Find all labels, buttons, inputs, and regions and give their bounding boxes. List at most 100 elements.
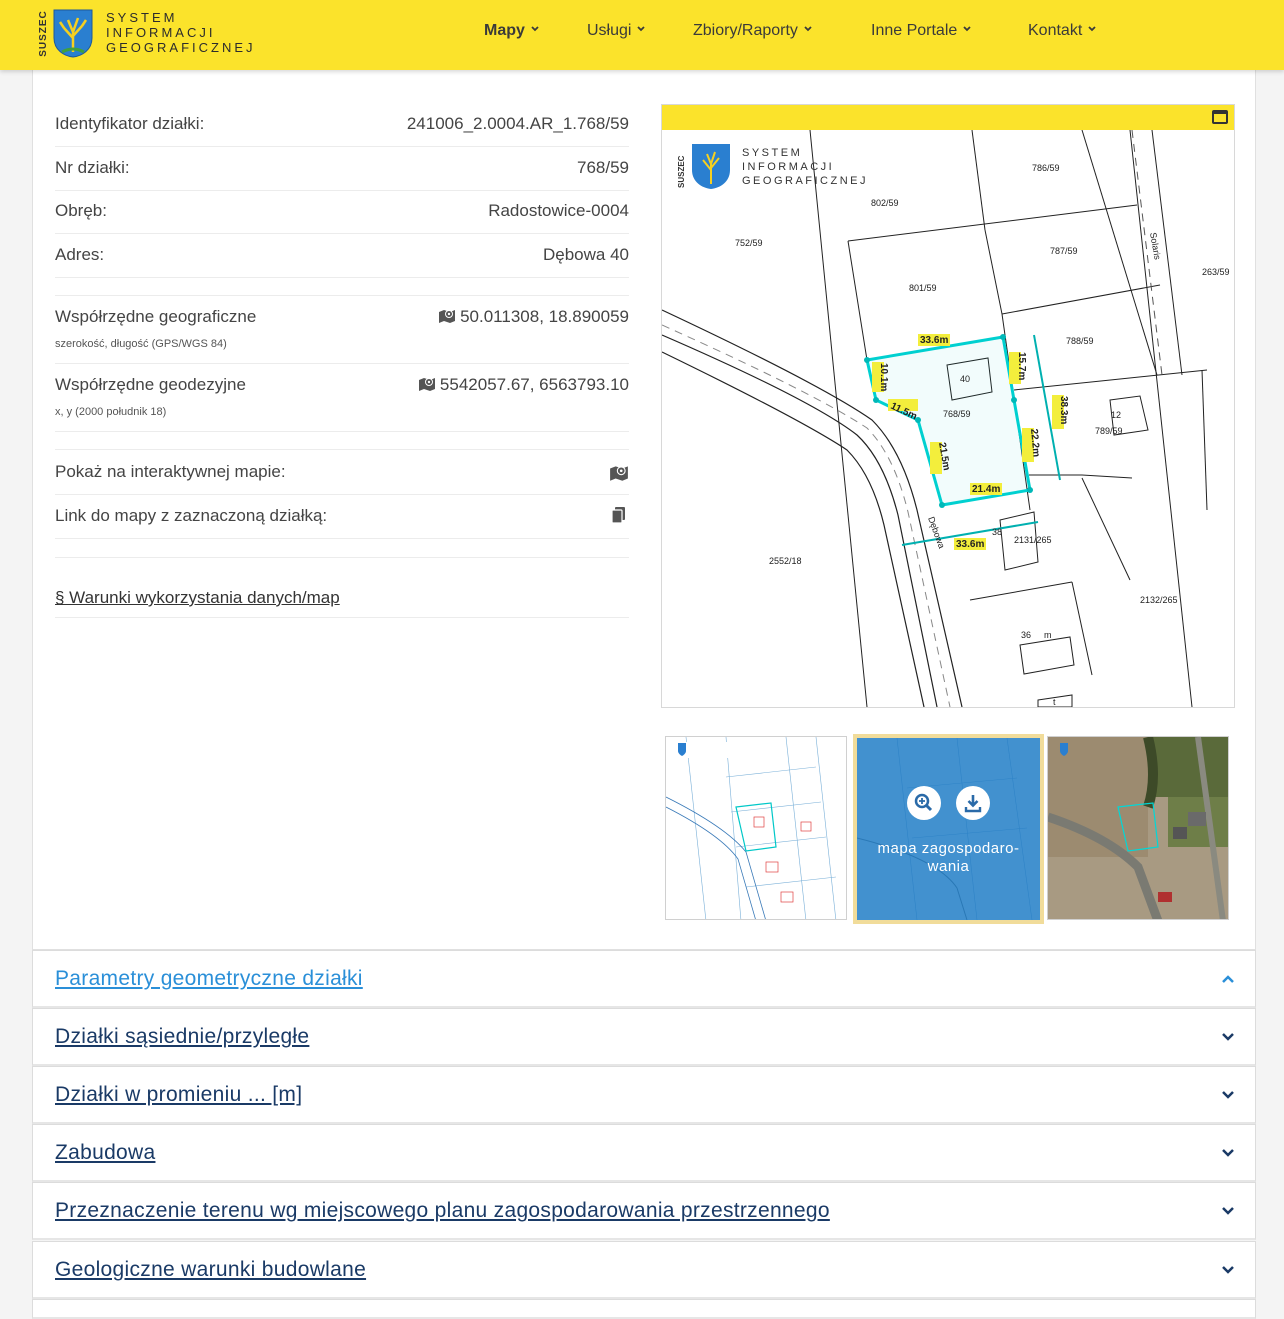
svg-text:789/59: 789/59 bbox=[1095, 426, 1123, 436]
svg-text:m: m bbox=[1044, 630, 1052, 640]
svg-text:33.6m: 33.6m bbox=[920, 335, 948, 346]
svg-text:12: 12 bbox=[1111, 410, 1121, 420]
thumbnail-caption: mapa zagospodaro- wania bbox=[877, 840, 1020, 875]
parcel-info-card: Identyfikator działki: 241006_2.0004.AR_… bbox=[32, 70, 1256, 950]
svg-text:2131/265: 2131/265 bbox=[1014, 535, 1052, 545]
address-label: Adres: bbox=[55, 245, 105, 264]
parcel-id-row: Identyfikator działki: 241006_2.0004.AR_… bbox=[55, 114, 629, 147]
svg-text:801/59: 801/59 bbox=[909, 283, 937, 293]
nav-mapy[interactable]: Mapy bbox=[484, 22, 539, 40]
site-logo[interactable]: SUSZEC SYSTEM INFORMACJI GEOGRAFICZNEJ bbox=[34, 6, 274, 62]
nav-uslugi[interactable]: Usługi bbox=[587, 22, 646, 40]
nav-zbiory-raporty[interactable]: Zbiory/Raporty bbox=[693, 22, 812, 40]
chevron-down-icon bbox=[531, 26, 539, 32]
chevron-down-icon bbox=[1088, 26, 1096, 32]
top-navbar: SUSZEC SYSTEM INFORMACJI GEOGRAFICZNEJ M… bbox=[0, 0, 1284, 70]
parcel-nr-row: Nr działki: 768/59 bbox=[55, 158, 629, 191]
svg-text:10.1m: 10.1m bbox=[878, 363, 889, 391]
chevron-down-icon bbox=[963, 26, 971, 32]
zoom-in-button[interactable] bbox=[907, 786, 941, 820]
svg-text:768/59: 768/59 bbox=[943, 409, 971, 419]
thumbnail-base-map[interactable] bbox=[665, 736, 847, 920]
zoom-in-icon bbox=[914, 793, 933, 812]
accordion-title[interactable]: Działki sąsiednie/przyległe bbox=[55, 1025, 309, 1049]
base-map-thumbnail-image bbox=[666, 737, 846, 919]
svg-text:787/59: 787/59 bbox=[1050, 246, 1078, 256]
accordion-zoning-plan[interactable]: Przeznaczenie terenu wg miejscowego plan… bbox=[32, 1182, 1256, 1240]
svg-text:2132/265: 2132/265 bbox=[1140, 595, 1178, 605]
geo-coords-sublabel: szerokość, długość (GPS/WGS 84) bbox=[55, 338, 227, 350]
chevron-down-icon[interactable] bbox=[1221, 1147, 1235, 1159]
parcel-id-label: Identyfikator działki: bbox=[55, 114, 205, 133]
svg-text:21.4m: 21.4m bbox=[972, 484, 1000, 495]
svg-text:38: 38 bbox=[992, 527, 1002, 537]
maximize-icon[interactable] bbox=[1212, 110, 1228, 124]
geod-coords-sublabel: x, y (2000 południk 18) bbox=[55, 406, 167, 418]
divider bbox=[55, 442, 629, 450]
map-marker-icon[interactable] bbox=[609, 464, 629, 482]
divider bbox=[55, 548, 629, 558]
accordion-title[interactable]: Parametry geometryczne działki bbox=[55, 967, 363, 991]
chevron-down-icon bbox=[637, 26, 646, 32]
show-on-map-label: Pokaż na interaktywnej mapie: bbox=[55, 462, 286, 481]
svg-text:Dębowa: Dębowa bbox=[926, 515, 947, 549]
map-marker-icon bbox=[439, 310, 456, 323]
obreb-row: Obręb: Radostowice-0004 bbox=[55, 201, 629, 234]
accordion-geometry-params[interactable]: Parametry geometryczne działki bbox=[32, 950, 1256, 1008]
chevron-up-icon[interactable] bbox=[1221, 973, 1235, 985]
geo-coords-value: 50.011308, 18.890059 bbox=[438, 307, 629, 327]
svg-text:t: t bbox=[1053, 697, 1056, 707]
download-button[interactable] bbox=[956, 786, 990, 820]
accordion-parcels-in-radius[interactable]: Działki w promieniu ... [m] bbox=[32, 1066, 1256, 1124]
accordion-title[interactable]: Geologiczne warunki budowlane bbox=[55, 1258, 366, 1282]
chevron-down-icon[interactable] bbox=[1221, 1205, 1235, 1217]
svg-text:33.6m: 33.6m bbox=[956, 539, 984, 550]
obreb-label: Obręb: bbox=[55, 201, 107, 220]
svg-text:Solaris: Solaris bbox=[1148, 232, 1163, 261]
svg-text:38.3m: 38.3m bbox=[1058, 396, 1069, 424]
accordion-title[interactable]: Przeznaczenie terenu wg miejscowego plan… bbox=[55, 1199, 830, 1223]
nav-kontakt[interactable]: Kontakt bbox=[1028, 22, 1096, 40]
obreb-value: Radostowice-0004 bbox=[488, 201, 629, 220]
orthophoto-thumbnail-image bbox=[1048, 737, 1228, 919]
accordion-title[interactable]: Działki w promieniu ... [m] bbox=[55, 1083, 302, 1107]
svg-text:SYSTEM: SYSTEM bbox=[742, 147, 802, 159]
thumbnail-orthophoto[interactable] bbox=[1047, 736, 1229, 920]
map-logo: SUSZEC SYSTEM INFORMACJI GEOGRAFICZNEJ bbox=[677, 144, 868, 189]
svg-text:40: 40 bbox=[960, 374, 970, 384]
svg-text:752/59: 752/59 bbox=[735, 238, 763, 248]
geo-coords-row: Współrzędne geograficzne szerokość, dług… bbox=[55, 307, 629, 364]
chevron-down-icon[interactable] bbox=[1221, 1264, 1235, 1276]
logo-vertical-text: SUSZEC bbox=[37, 10, 49, 57]
svg-text:788/59: 788/59 bbox=[1066, 336, 1094, 346]
divider bbox=[55, 295, 629, 296]
accordion-adjacent-parcels[interactable]: Działki sąsiednie/przyległe bbox=[32, 1008, 1256, 1066]
address-value: Dębowa 40 bbox=[542, 245, 629, 264]
logo-text: SYSTEM INFORMACJI GEOGRAFICZNEJ bbox=[106, 10, 256, 55]
accordion-buildings[interactable]: Zabudowa bbox=[32, 1124, 1256, 1182]
geod-coords-row: Współrzędne geodezyjne x, y (2000 połudn… bbox=[55, 375, 629, 432]
svg-text:GEOGRAFICZNEJ: GEOGRAFICZNEJ bbox=[742, 175, 868, 187]
svg-text:2552/18: 2552/18 bbox=[769, 556, 802, 566]
map-marker-icon bbox=[418, 378, 435, 391]
svg-text:786/59: 786/59 bbox=[1032, 163, 1060, 173]
parcel-nr-value: 768/59 bbox=[577, 158, 629, 177]
download-icon bbox=[964, 795, 982, 813]
geo-coords-label: Współrzędne geograficzne bbox=[55, 307, 257, 326]
accordion-geological-conditions[interactable]: Geologiczne warunki budowlane bbox=[32, 1241, 1256, 1299]
svg-text:INFORMACJI: INFORMACJI bbox=[742, 161, 834, 173]
terms-link[interactable]: § Warunki wykorzystania danych/map bbox=[55, 588, 340, 608]
svg-text:36: 36 bbox=[1021, 630, 1031, 640]
thumbnail-zoning-map[interactable]: mapa zagospodaro- wania bbox=[853, 734, 1044, 924]
thumbnail-hover-overlay: mapa zagospodaro- wania bbox=[857, 738, 1040, 920]
parcel-map-preview[interactable]: 33.6m 10.1m 11.5m 15.7m 38.3m 21.5m 22.2… bbox=[661, 104, 1235, 708]
svg-text:SUSZEC: SUSZEC bbox=[677, 155, 686, 188]
nav-inne-portale[interactable]: Inne Portale bbox=[871, 22, 971, 40]
geod-coords-label: Współrzędne geodezyjne bbox=[55, 375, 246, 394]
accordion-next-partial bbox=[32, 1299, 1256, 1319]
chevron-down-icon[interactable] bbox=[1221, 1031, 1235, 1043]
chevron-down-icon[interactable] bbox=[1221, 1089, 1235, 1101]
accordion-title[interactable]: Zabudowa bbox=[55, 1141, 155, 1165]
show-on-map-row: Pokaż na interaktywnej mapie: bbox=[55, 462, 629, 495]
copy-icon[interactable] bbox=[609, 506, 629, 524]
